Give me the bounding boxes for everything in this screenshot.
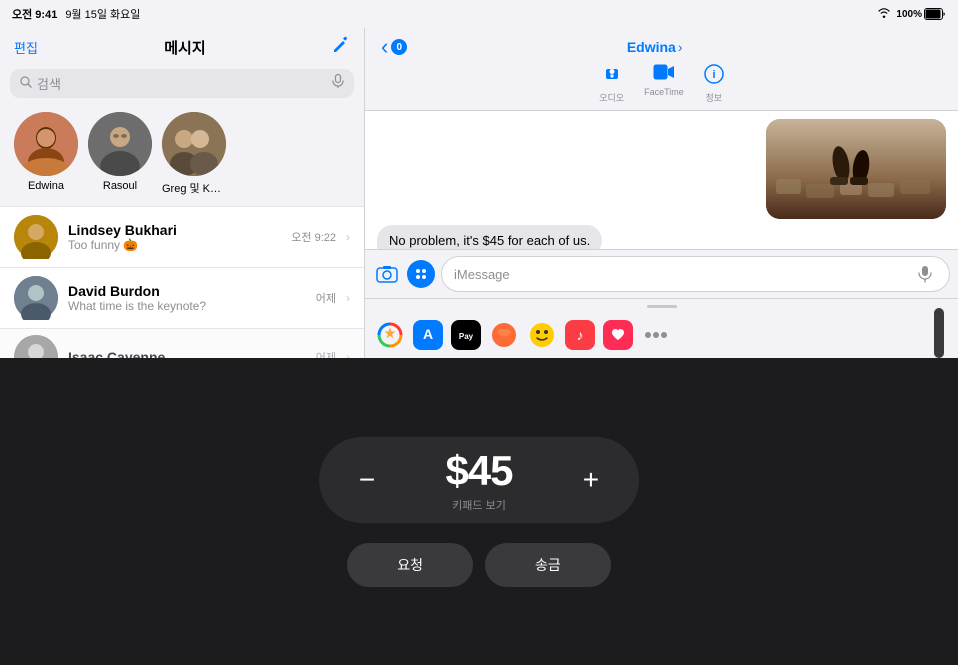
- message-time-david: 어제: [316, 290, 336, 306]
- search-bar[interactable]: 검색: [10, 69, 354, 98]
- apple-pay-panel: − $45 키패드 보기 + 요청 송금: [0, 358, 958, 665]
- chat-actions: 오디오 FaceTime i: [599, 64, 724, 104]
- audio-icon: [602, 64, 622, 89]
- avatar-greg-kevin: [162, 112, 226, 176]
- camera-button[interactable]: [373, 260, 401, 288]
- message-content-lindsey: Lindsey Bukhari Too funny 🎃: [68, 222, 281, 252]
- svg-text:Pay: Pay: [459, 332, 474, 341]
- chat-action-info[interactable]: i 정보: [704, 64, 724, 104]
- amount-hint[interactable]: 키패드 보기: [452, 497, 506, 513]
- strip-heart-icon[interactable]: [603, 320, 633, 350]
- home-indicator: [934, 308, 944, 358]
- status-time: 오전 9:41: [12, 6, 57, 22]
- facetime-icon: [653, 64, 675, 85]
- increment-button[interactable]: +: [573, 462, 609, 498]
- strip-appstore-icon[interactable]: A: [413, 320, 443, 350]
- search-placeholder: 검색: [37, 74, 327, 93]
- mic-icon: [332, 74, 344, 93]
- strip-photos-icon[interactable]: [375, 320, 405, 350]
- input-placeholder: iMessage: [454, 267, 913, 282]
- chat-header-top: ‹ 0 Edwina ›: [381, 34, 942, 60]
- chat-header: ‹ 0 Edwina ›: [365, 28, 958, 111]
- search-icon: [20, 76, 32, 91]
- list-avatar-lindsey: [14, 215, 58, 259]
- photo-message: [766, 119, 946, 219]
- strip-more-icon[interactable]: [641, 320, 671, 350]
- chevron-right-icon-2: ›: [346, 291, 350, 305]
- apps-button[interactable]: [407, 260, 435, 288]
- audio-label: 오디오: [599, 91, 624, 104]
- svg-text:A: A: [423, 326, 433, 342]
- chat-action-facetime[interactable]: FaceTime: [644, 64, 684, 104]
- strip-game-icon[interactable]: [489, 320, 519, 350]
- list-avatar-david: [14, 276, 58, 320]
- contact-name-greg-kevin: Greg 및 Kevin: [162, 180, 226, 196]
- drag-handle: [647, 305, 677, 308]
- message-name-lindsey: Lindsey Bukhari: [68, 222, 281, 238]
- back-button[interactable]: ‹ 0: [381, 34, 407, 60]
- chat-messages: No problem, it's $45 for each of us. Cou…: [365, 111, 958, 249]
- edit-button[interactable]: 편집: [14, 38, 38, 57]
- back-badge: 0: [391, 39, 407, 55]
- message-time-lindsey: 오전 9:22: [291, 229, 336, 245]
- message-item-lindsey[interactable]: Lindsey Bukhari Too funny 🎃 오전 9:22 ›: [0, 206, 364, 268]
- pinned-contact-rasoul[interactable]: Rasoul: [88, 112, 152, 196]
- facetime-label: FaceTime: [644, 87, 684, 97]
- sidebar-title: 메시지: [164, 37, 205, 58]
- chat-contact[interactable]: Edwina ›: [627, 39, 683, 55]
- audio-input-button[interactable]: [913, 262, 937, 286]
- status-date: 9월 15일 화요일: [65, 6, 140, 22]
- main-container: 편집 메시지 검색: [0, 28, 958, 358]
- contact-name-edwina: Edwina: [28, 180, 64, 192]
- sidebar: 편집 메시지 검색: [0, 28, 365, 358]
- svg-text:i: i: [712, 69, 715, 81]
- info-label: 정보: [705, 91, 722, 104]
- back-icon: ‹: [381, 34, 388, 60]
- bubble-incoming: No problem, it's $45 for each of us.: [377, 225, 602, 249]
- pinned-contact-edwina[interactable]: Edwina: [14, 112, 78, 196]
- contact-name-rasoul: Rasoul: [103, 180, 137, 192]
- pinned-contacts: Edwina Rasoul: [0, 106, 364, 206]
- avatar-edwina: [14, 112, 78, 176]
- info-icon: i: [704, 64, 724, 89]
- sidebar-header: 편집 메시지: [0, 28, 364, 65]
- strip-music-icon[interactable]: ♪: [565, 320, 595, 350]
- contact-chevron-icon: ›: [678, 39, 683, 55]
- message-preview-lindsey: Too funny 🎃: [68, 238, 281, 252]
- pinned-contact-greg-kevin[interactable]: Greg 및 Kevin: [162, 112, 226, 196]
- message-preview-david: What time is the keynote?: [68, 299, 306, 313]
- strip-applepay-icon[interactable]: Pay: [451, 320, 481, 350]
- decrement-button[interactable]: −: [349, 462, 385, 498]
- app-strip-icons: A Pay: [365, 316, 958, 358]
- chat-contact-name: Edwina: [627, 39, 676, 55]
- input-bar: iMessage: [365, 249, 958, 298]
- message-content-david: David Burdon What time is the keynote?: [68, 283, 306, 313]
- chevron-right-icon: ›: [346, 230, 350, 244]
- wifi-icon: [877, 8, 891, 21]
- avatar-rasoul: [88, 112, 152, 176]
- chat-action-audio[interactable]: 오디오: [599, 64, 624, 104]
- amount-control: − $45 키패드 보기 +: [319, 437, 639, 523]
- send-button[interactable]: 송금: [485, 543, 611, 587]
- message-name-david: David Burdon: [68, 283, 306, 299]
- imessage-input[interactable]: iMessage: [441, 256, 950, 292]
- chat-panel: ‹ 0 Edwina ›: [365, 28, 958, 358]
- strip-genmoji-icon[interactable]: [527, 320, 557, 350]
- compose-button[interactable]: [332, 36, 350, 59]
- message-item-david[interactable]: David Burdon What time is the keynote? 어…: [0, 268, 364, 329]
- svg-text:♪: ♪: [577, 327, 584, 343]
- request-button[interactable]: 요청: [347, 543, 473, 587]
- battery-icon: 100%: [896, 8, 946, 20]
- payment-buttons: 요청 송금: [347, 543, 611, 587]
- amount-value: $45: [445, 447, 512, 495]
- status-bar: 오전 9:41 9월 15일 화요일 100%: [0, 0, 958, 28]
- battery-text: 100%: [896, 9, 922, 20]
- app-strip: [365, 298, 958, 316]
- amount-display: $45 키패드 보기: [445, 447, 512, 513]
